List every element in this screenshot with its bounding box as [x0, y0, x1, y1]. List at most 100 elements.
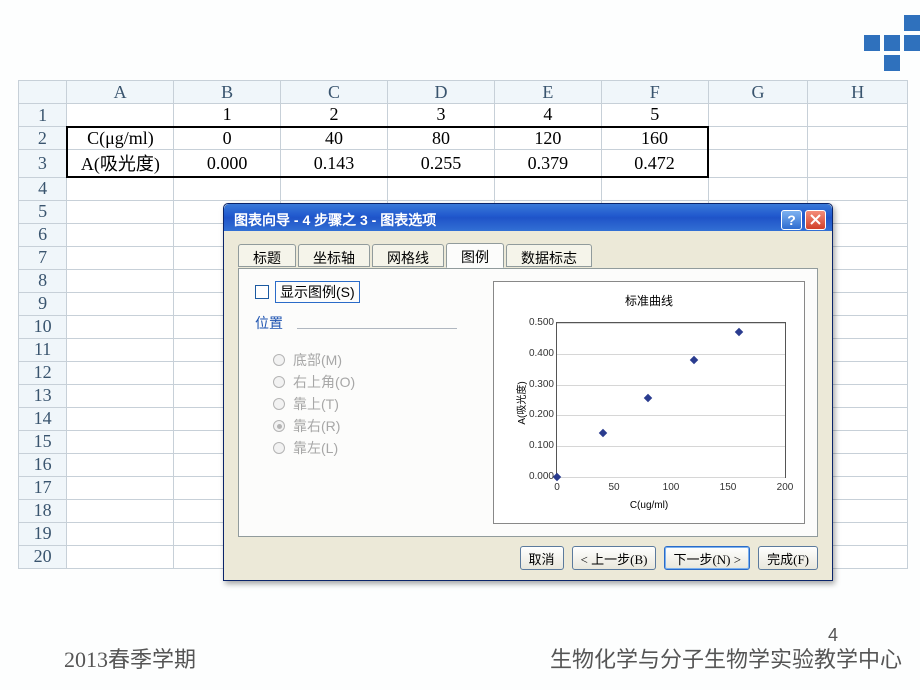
cancel-button[interactable]: 取消 — [520, 546, 564, 570]
cell[interactable] — [67, 292, 174, 315]
row-header[interactable]: 4 — [19, 177, 67, 200]
cell[interactable] — [67, 453, 174, 476]
cell[interactable] — [67, 499, 174, 522]
cell[interactable] — [67, 407, 174, 430]
row-header[interactable]: 10 — [19, 315, 67, 338]
tab-legend[interactable]: 图例 — [446, 243, 504, 268]
dialog-titlebar[interactable]: 图表向导 - 4 步骤之 3 - 图表选项 ? — [224, 204, 832, 231]
row-header[interactable]: 17 — [19, 476, 67, 499]
cell[interactable] — [708, 150, 808, 178]
cell[interactable] — [601, 177, 708, 200]
cell[interactable]: 0.255 — [387, 150, 494, 178]
help-button[interactable]: ? — [781, 210, 802, 230]
row-header[interactable]: 6 — [19, 223, 67, 246]
cell[interactable] — [808, 104, 908, 127]
cell[interactable]: 80 — [387, 127, 494, 150]
row-header[interactable]: 5 — [19, 200, 67, 223]
row-header[interactable]: 14 — [19, 407, 67, 430]
cell[interactable] — [808, 127, 908, 150]
back-button[interactable]: < 上一步(B) — [572, 546, 657, 570]
col-header[interactable]: F — [601, 81, 708, 104]
row-header[interactable]: 11 — [19, 338, 67, 361]
cell[interactable]: 40 — [281, 127, 388, 150]
row-header[interactable]: 2 — [19, 127, 67, 150]
cell[interactable] — [708, 177, 808, 200]
cell[interactable]: 0.379 — [494, 150, 601, 178]
cell[interactable]: 160 — [601, 127, 708, 150]
finish-button[interactable]: 完成(F) — [758, 546, 818, 570]
cell[interactable] — [67, 315, 174, 338]
row-header[interactable]: 9 — [19, 292, 67, 315]
cell[interactable] — [708, 104, 808, 127]
cell[interactable] — [67, 269, 174, 292]
row-header[interactable]: 8 — [19, 269, 67, 292]
footer-right: 生物化学与分子生物学实验教学中心 — [550, 642, 902, 674]
cell[interactable]: 5 — [601, 104, 708, 127]
row-header[interactable]: 16 — [19, 453, 67, 476]
col-header[interactable]: E — [494, 81, 601, 104]
cell[interactable]: 1 — [174, 104, 281, 127]
col-header[interactable]: G — [708, 81, 808, 104]
cell[interactable] — [67, 177, 174, 200]
cell[interactable] — [67, 522, 174, 545]
close-button[interactable] — [805, 210, 826, 230]
cell[interactable] — [67, 384, 174, 407]
chart-wizard-dialog: 图表向导 - 4 步骤之 3 - 图表选项 ? 标题 坐标轴 网格线 图例 数据… — [223, 203, 833, 581]
tab-data-labels[interactable]: 数据标志 — [506, 244, 592, 267]
cell[interactable] — [494, 177, 601, 200]
show-legend-checkbox[interactable]: 显示图例(S) — [251, 281, 481, 303]
cell[interactable]: 3 — [387, 104, 494, 127]
row-header[interactable]: 20 — [19, 545, 67, 568]
chart-xlabel: C(ug/ml) — [494, 500, 804, 511]
cell[interactable] — [67, 545, 174, 568]
radio-icon — [273, 376, 285, 388]
cell[interactable] — [67, 246, 174, 269]
x-tick-label: 50 — [602, 482, 626, 493]
col-header[interactable]: H — [808, 81, 908, 104]
tab-panel: 显示图例(S) 位置 底部(M) 右上角(O) 靠上(T) 靠右(R) 靠左(L… — [238, 269, 818, 537]
tab-gridlines[interactable]: 网格线 — [372, 244, 444, 267]
cell[interactable] — [67, 430, 174, 453]
cell[interactable] — [67, 104, 174, 127]
row-header[interactable]: 12 — [19, 361, 67, 384]
cell[interactable] — [67, 476, 174, 499]
tab-title[interactable]: 标题 — [238, 244, 296, 267]
x-tick-label: 150 — [716, 482, 740, 493]
cell[interactable] — [808, 150, 908, 178]
corner-cell[interactable] — [19, 81, 67, 104]
col-header[interactable]: A — [67, 81, 174, 104]
cell[interactable]: 4 — [494, 104, 601, 127]
cell[interactable] — [174, 177, 281, 200]
cell[interactable]: 0.472 — [601, 150, 708, 178]
cell[interactable]: 0 — [174, 127, 281, 150]
row-header[interactable]: 18 — [19, 499, 67, 522]
cell[interactable] — [67, 200, 174, 223]
table-row: 2C(μg/ml)04080120160 — [19, 127, 908, 150]
col-header[interactable]: D — [387, 81, 494, 104]
cell[interactable]: A(吸光度) — [67, 150, 174, 178]
cell[interactable] — [67, 223, 174, 246]
cell[interactable] — [67, 338, 174, 361]
row-header[interactable]: 1 — [19, 104, 67, 127]
cell[interactable] — [708, 127, 808, 150]
cell[interactable]: 2 — [281, 104, 388, 127]
cell[interactable]: 0.000 — [174, 150, 281, 178]
cell[interactable] — [808, 177, 908, 200]
cell[interactable]: 0.143 — [281, 150, 388, 178]
col-header[interactable]: C — [281, 81, 388, 104]
col-header[interactable]: B — [174, 81, 281, 104]
cell[interactable] — [67, 361, 174, 384]
cell[interactable]: 120 — [494, 127, 601, 150]
next-button[interactable]: 下一步(N) > — [664, 546, 750, 570]
cell[interactable] — [387, 177, 494, 200]
row-header[interactable]: 19 — [19, 522, 67, 545]
row-header[interactable]: 3 — [19, 150, 67, 178]
tab-axes[interactable]: 坐标轴 — [298, 244, 370, 267]
cell[interactable] — [281, 177, 388, 200]
row-header[interactable]: 13 — [19, 384, 67, 407]
row-header[interactable]: 15 — [19, 430, 67, 453]
cell[interactable]: C(μg/ml) — [67, 127, 174, 150]
tab-strip: 标题 坐标轴 网格线 图例 数据标志 — [238, 243, 818, 269]
row-header[interactable]: 7 — [19, 246, 67, 269]
data-point — [644, 394, 652, 402]
